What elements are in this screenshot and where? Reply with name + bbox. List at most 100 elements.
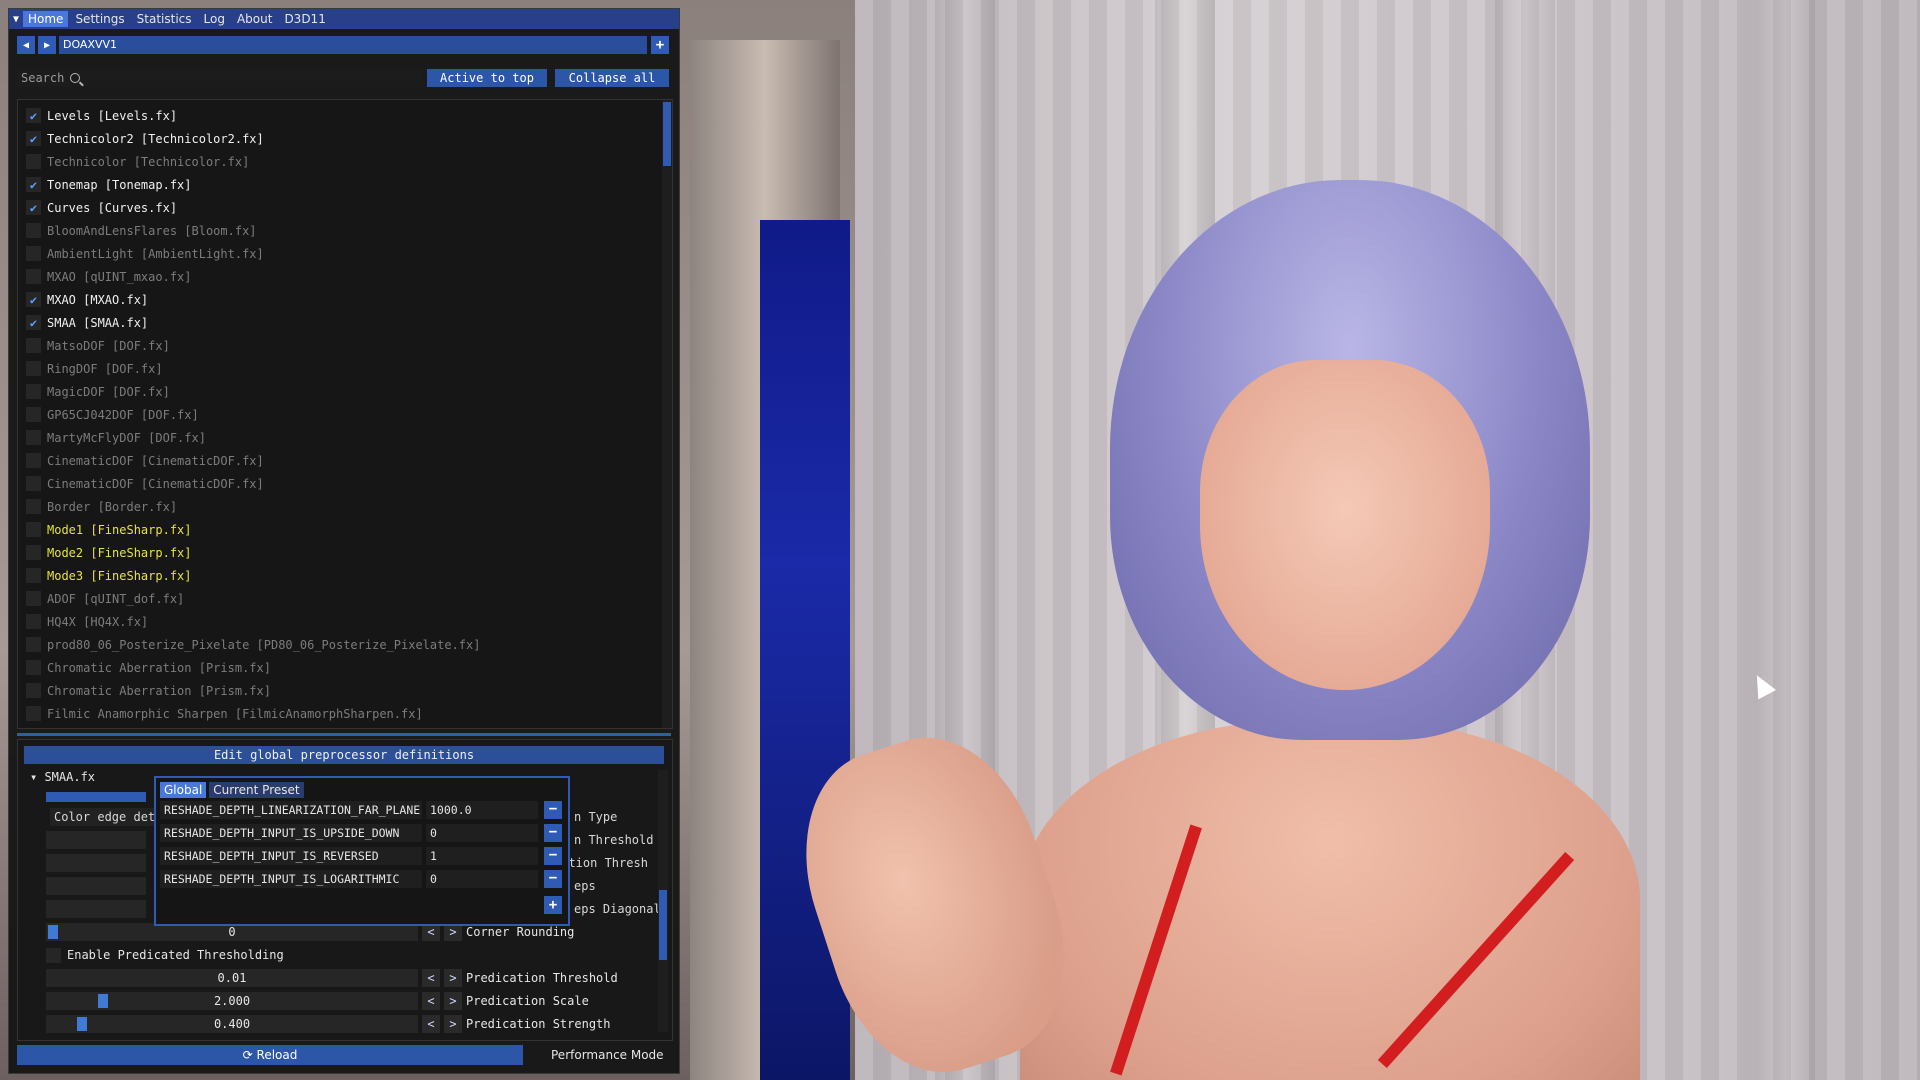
effect-checkbox[interactable]	[26, 522, 41, 537]
effect-checkbox[interactable]	[26, 568, 41, 583]
effect-list-scrollbar[interactable]	[662, 100, 672, 728]
effect-checkbox[interactable]	[26, 499, 41, 514]
smaa-mode-bar[interactable]	[46, 792, 146, 802]
remove-definition-button[interactable]: −	[544, 870, 562, 888]
effect-item[interactable]: ✔ Technicolor2 [Technicolor2.fx]	[18, 127, 672, 150]
add-preset-button[interactable]: +	[651, 36, 669, 54]
effect-checkbox[interactable]	[26, 430, 41, 445]
add-definition-button[interactable]: +	[544, 896, 562, 914]
search-input[interactable]: Search	[17, 69, 423, 87]
tab-statistics[interactable]: Statistics	[132, 11, 197, 27]
definition-value-field[interactable]: 1	[426, 847, 538, 865]
effect-checkbox[interactable]	[26, 476, 41, 491]
detection-threshold-slider[interactable]	[46, 854, 146, 872]
active-to-top-button[interactable]: Active to top	[427, 69, 547, 87]
effect-checkbox[interactable]	[26, 223, 41, 238]
tab-settings[interactable]: Settings	[70, 11, 129, 27]
effect-item[interactable]: RingDOF [DOF.fx]	[18, 357, 672, 380]
effect-item[interactable]: CinematicDOF [CinematicDOF.fx]	[18, 449, 672, 472]
predication-strength-slider[interactable]: 0.400	[46, 1015, 418, 1033]
effect-checkbox[interactable]: ✔	[26, 108, 41, 123]
effect-checkbox[interactable]: ✔	[26, 177, 41, 192]
effect-checkbox[interactable]	[26, 154, 41, 169]
panel-splitter[interactable]	[17, 733, 671, 736]
effect-checkbox[interactable]	[26, 591, 41, 606]
effect-checkbox[interactable]	[26, 269, 41, 284]
effect-checkbox[interactable]	[26, 338, 41, 353]
effect-checkbox[interactable]	[26, 361, 41, 376]
effect-item[interactable]: GP65CJ042DOF [DOF.fx]	[18, 403, 672, 426]
popup-tab-global[interactable]: Global	[160, 782, 207, 798]
effect-checkbox[interactable]	[26, 683, 41, 698]
predication-scale-slider[interactable]: 2.000	[46, 992, 418, 1010]
effect-item[interactable]: ✔ Levels [Levels.fx]	[18, 104, 672, 127]
effect-item[interactable]: MartyMcFlyDOF [DOF.fx]	[18, 426, 672, 449]
remove-definition-button[interactable]: −	[544, 847, 562, 865]
smaa-section-title[interactable]: ▾ SMAA.fx	[30, 770, 95, 784]
effect-checkbox[interactable]	[26, 453, 41, 468]
definition-name-field[interactable]: RESHADE_DEPTH_INPUT_IS_REVERSED	[160, 847, 422, 865]
enable-predicated-row[interactable]: Enable Predicated Thresholding	[38, 946, 284, 964]
performance-mode-toggle[interactable]: Performance Mode	[551, 1045, 664, 1065]
next-preset-button[interactable]: ▶	[38, 36, 56, 54]
effect-list-scroll-thumb[interactable]	[663, 102, 671, 166]
effect-item[interactable]: HQ4X [HQ4X.fx]	[18, 610, 672, 633]
effect-item[interactable]: BloomAndLensFlares [Bloom.fx]	[18, 219, 672, 242]
predication-threshold-increment[interactable]: >	[444, 969, 462, 987]
enable-predicated-checkbox[interactable]	[46, 947, 61, 963]
effect-item[interactable]: Mode3 [FineSharp.fx]	[18, 564, 672, 587]
effect-checkbox[interactable]: ✔	[26, 200, 41, 215]
effect-item[interactable]: ✔ Curves [Curves.fx]	[18, 196, 672, 219]
effect-checkbox[interactable]: ✔	[26, 315, 41, 330]
predication-strength-increment[interactable]: >	[444, 1015, 462, 1033]
effect-checkbox[interactable]	[26, 545, 41, 560]
effect-item[interactable]: ✔ Tonemap [Tonemap.fx]	[18, 173, 672, 196]
definition-value-field[interactable]: 0	[426, 870, 538, 888]
effect-item[interactable]: Mode1 [FineSharp.fx]	[18, 518, 672, 541]
effect-checkbox[interactable]: ✔	[26, 131, 41, 146]
predication-threshold-slider[interactable]: 0.01	[46, 969, 418, 987]
previous-preset-button[interactable]: ◀	[17, 36, 35, 54]
reload-button[interactable]: ⟳ Reload	[17, 1045, 523, 1065]
tab-log[interactable]: Log	[199, 11, 230, 27]
effect-item[interactable]: Technicolor [Technicolor.fx]	[18, 150, 672, 173]
effect-item[interactable]: Mode2 [FineSharp.fx]	[18, 541, 672, 564]
preset-name-field[interactable]: DOAXVV1	[59, 36, 647, 54]
effect-item[interactable]: ADOF [qUINT_dof.fx]	[18, 587, 672, 610]
edit-global-preprocessor-button[interactable]: Edit global preprocessor definitions	[24, 746, 664, 764]
threshold-slider[interactable]	[46, 831, 146, 849]
effect-checkbox[interactable]: ✔	[26, 292, 41, 307]
definition-name-field[interactable]: RESHADE_DEPTH_INPUT_IS_UPSIDE_DOWN	[160, 824, 422, 842]
effect-checkbox[interactable]	[26, 407, 41, 422]
effect-item[interactable]: Chromatic Aberration [Prism.fx]	[18, 679, 672, 702]
remove-definition-button[interactable]: −	[544, 801, 562, 819]
effect-checkbox[interactable]	[26, 637, 41, 652]
effect-checkbox[interactable]	[26, 614, 41, 629]
effect-item[interactable]: MagicDOF [DOF.fx]	[18, 380, 672, 403]
window-menu-icon[interactable]: ▼	[9, 9, 23, 29]
definition-name-field[interactable]: RESHADE_DEPTH_INPUT_IS_LOGARITHMIC	[160, 870, 422, 888]
effect-item[interactable]: prod80_06_Posterize_Pixelate [PD80_06_Po…	[18, 633, 672, 656]
effect-checkbox[interactable]	[26, 384, 41, 399]
effect-checkbox[interactable]	[26, 246, 41, 261]
tab-home[interactable]: Home	[23, 11, 69, 27]
effect-item[interactable]: MatsoDOF [DOF.fx]	[18, 334, 672, 357]
settings-scroll-thumb[interactable]	[659, 890, 667, 960]
effect-item[interactable]: AmbientLight [AmbientLight.fx]	[18, 242, 672, 265]
definition-value-field[interactable]: 1000.0	[426, 801, 538, 819]
predication-scale-decrement[interactable]: <	[422, 992, 440, 1010]
definition-name-field[interactable]: RESHADE_DEPTH_LINEARIZATION_FAR_PLANE	[160, 801, 422, 819]
effect-item[interactable]: Filmic Anamorphic Sharpen [FilmicAnamorp…	[18, 702, 672, 725]
predication-strength-decrement[interactable]: <	[422, 1015, 440, 1033]
remove-definition-button[interactable]: −	[544, 824, 562, 842]
search-steps-slider[interactable]	[46, 877, 146, 895]
predication-scale-increment[interactable]: >	[444, 992, 462, 1010]
effect-item[interactable]: ✔ SMAA [SMAA.fx]	[18, 311, 672, 334]
search-steps-diagonal-slider[interactable]	[46, 900, 146, 918]
collapse-all-button[interactable]: Collapse all	[555, 69, 669, 87]
predication-threshold-decrement[interactable]: <	[422, 969, 440, 987]
effect-item[interactable]: MXAO [qUINT_mxao.fx]	[18, 265, 672, 288]
tab-d3d11[interactable]: D3D11	[279, 11, 330, 27]
definition-value-field[interactable]: 0	[426, 824, 538, 842]
effect-item[interactable]: CinematicDOF [CinematicDOF.fx]	[18, 472, 672, 495]
